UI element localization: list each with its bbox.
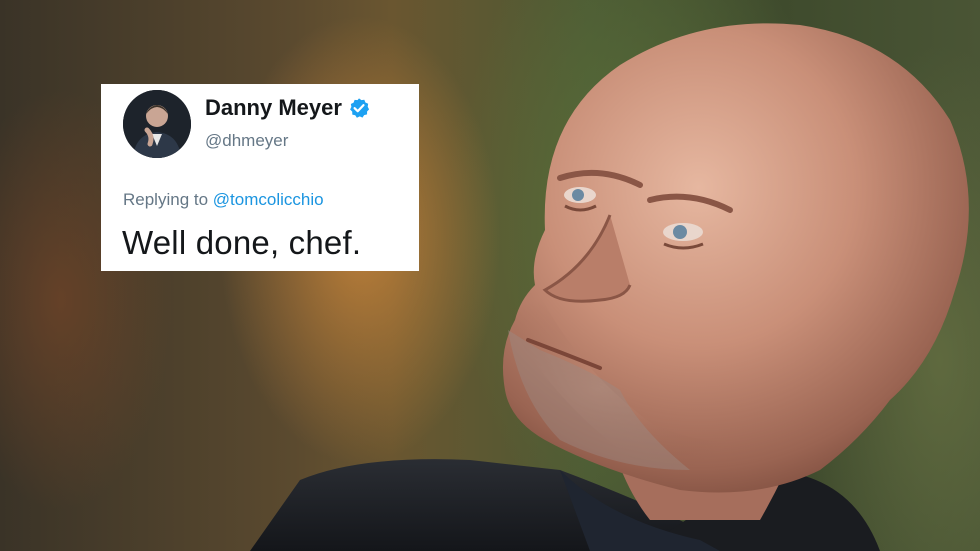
replying-to-line: Replying to @tomcolicchio bbox=[123, 190, 324, 210]
photo-background: Danny Meyer @dhmeyer Replying to @tomcol… bbox=[0, 0, 980, 551]
tweet-body-text: Well done, chef. bbox=[122, 224, 362, 261]
photo-subject bbox=[250, 23, 969, 551]
tweet-handle[interactable]: @dhmeyer bbox=[205, 131, 288, 151]
replying-to-link[interactable]: @tomcolicchio bbox=[213, 190, 324, 209]
profile-avatar[interactable] bbox=[123, 90, 191, 158]
tweet-author-name[interactable]: Danny Meyer bbox=[205, 95, 370, 121]
verified-badge-icon bbox=[348, 97, 370, 119]
tweet-card: Danny Meyer @dhmeyer Replying to @tomcol… bbox=[101, 84, 419, 271]
replying-prefix: Replying to bbox=[123, 190, 209, 209]
author-name-text: Danny Meyer bbox=[205, 95, 342, 120]
